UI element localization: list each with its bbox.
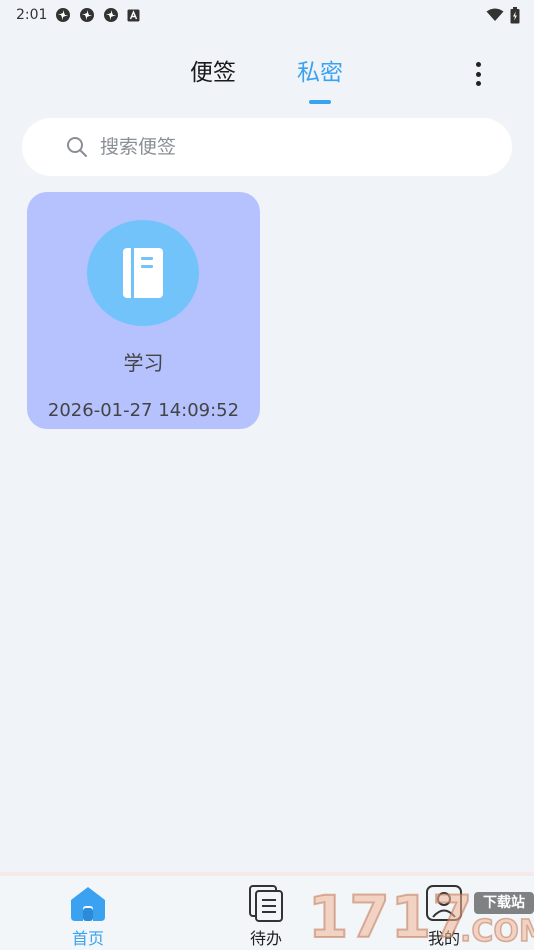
pinwheel-icon xyxy=(79,7,95,23)
a-box-icon xyxy=(127,9,140,22)
tab-notes[interactable]: 便签 xyxy=(190,55,236,91)
more-dot xyxy=(475,62,481,67)
nav-item-mine[interactable]: 我的 xyxy=(394,884,494,948)
search-input[interactable] xyxy=(100,136,460,158)
more-vertical-icon[interactable] xyxy=(466,60,490,88)
pinwheel-icon xyxy=(103,7,119,23)
home-icon xyxy=(67,884,109,922)
nav-label-mine: 我的 xyxy=(427,929,460,948)
active-tab-indicator xyxy=(309,100,331,104)
note-date: 2026-01-27 14:09:52 xyxy=(47,400,240,421)
bottom-nav: 首页 待办 我的 xyxy=(0,876,534,950)
battery-icon xyxy=(510,6,520,24)
note-icon-circle xyxy=(87,220,199,326)
nav-item-home[interactable]: 首页 xyxy=(38,884,138,948)
status-bar: 2:01 xyxy=(0,0,534,30)
more-dot xyxy=(475,81,481,86)
pinwheel-icon xyxy=(55,7,71,23)
profile-icon xyxy=(423,884,465,922)
search-bar[interactable] xyxy=(22,118,512,176)
notebook-icon xyxy=(123,248,163,298)
wifi-icon xyxy=(486,8,504,22)
status-right xyxy=(486,6,520,24)
status-time: 2:01 xyxy=(16,7,48,23)
nav-item-todo[interactable]: 待办 xyxy=(216,884,316,948)
nav-label-home: 首页 xyxy=(71,929,104,948)
header-tabs: 便签 私密 xyxy=(0,55,534,105)
tab-private[interactable]: 私密 xyxy=(297,55,343,91)
search-icon xyxy=(66,136,88,158)
todo-list-icon xyxy=(245,884,287,922)
note-card[interactable]: 学习 2026-01-27 14:09:52 xyxy=(27,192,260,429)
nav-label-todo: 待办 xyxy=(249,929,282,948)
status-left: 2:01 xyxy=(16,7,140,23)
note-title: 学习 xyxy=(123,351,164,375)
more-dot xyxy=(475,71,481,77)
